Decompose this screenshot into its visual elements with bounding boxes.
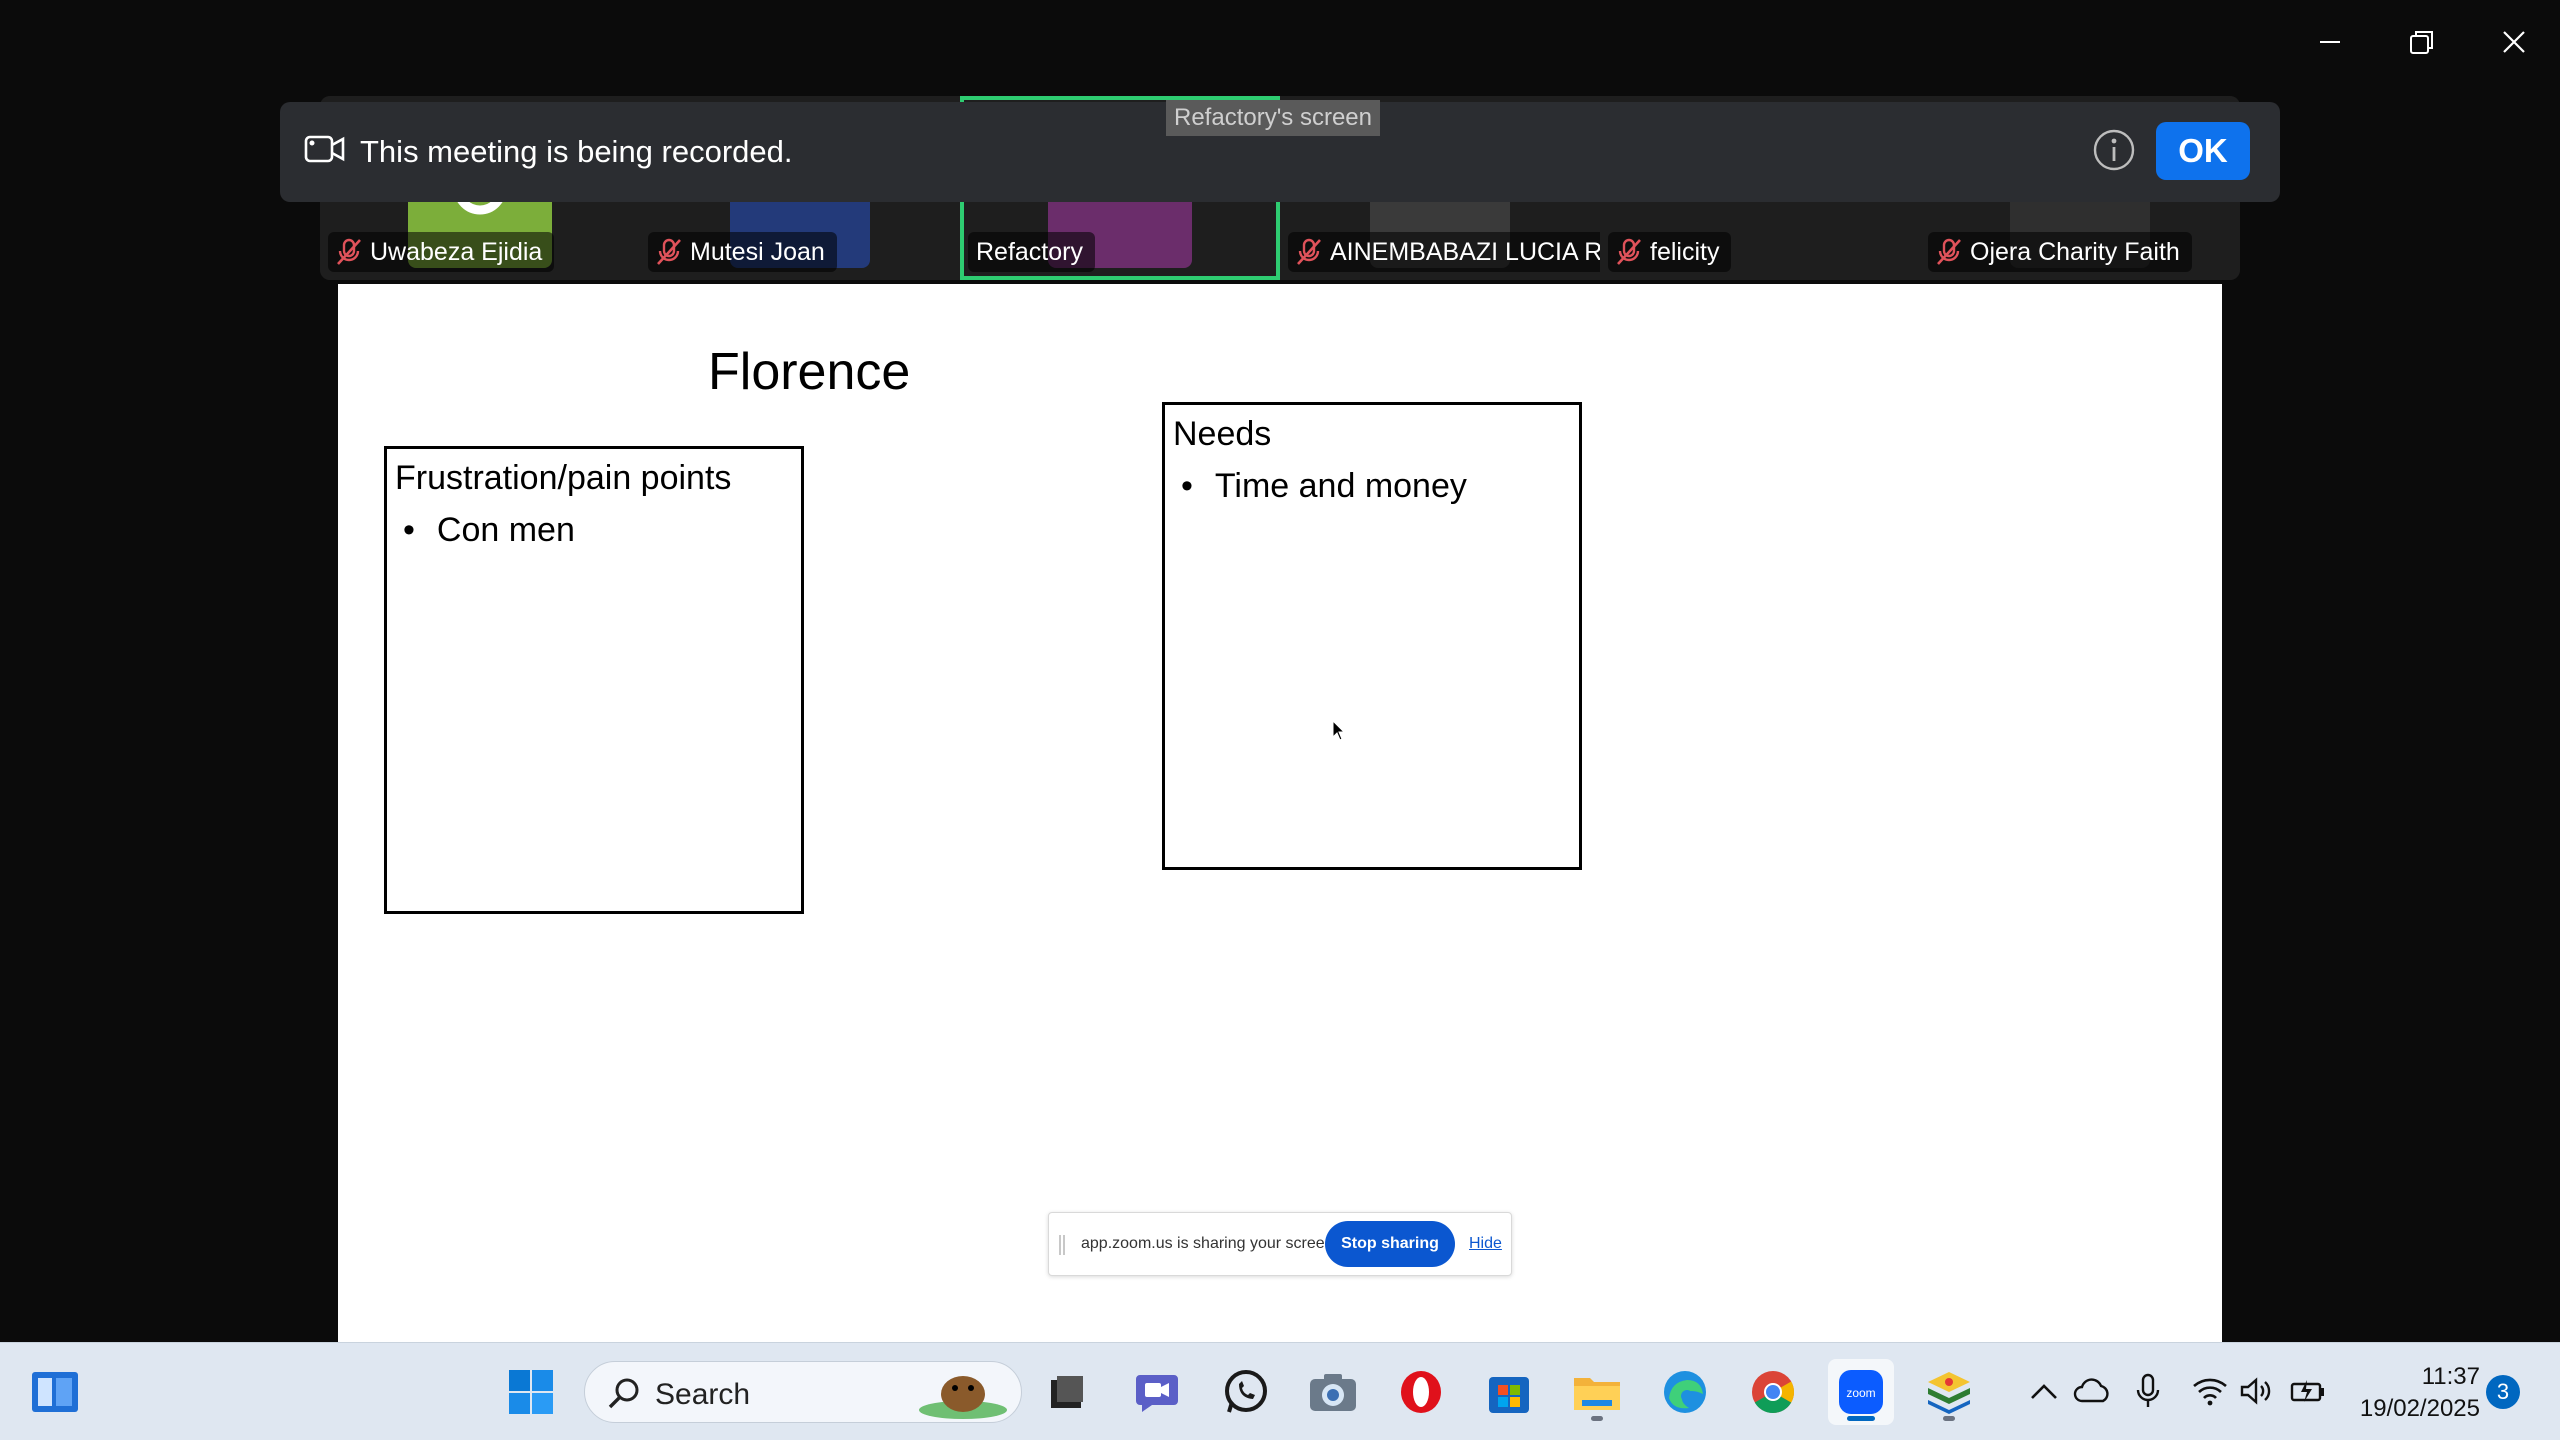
start-icon (509, 1370, 553, 1414)
list-item-text: Con men (436, 511, 575, 549)
shared-screen-label: Refactory's screen (1166, 100, 1380, 136)
mic-muted-icon (1297, 238, 1321, 265)
edge-icon (1664, 1371, 1706, 1413)
slide-title: Florence (708, 343, 911, 401)
participant-name: Ojera Charity Faith (1970, 237, 2180, 266)
mic-muted-icon (337, 238, 361, 265)
taskbar-app[interactable] (1740, 1359, 1806, 1425)
chrome-icon (1752, 1371, 1795, 1414)
chevron-up-icon (2031, 1384, 2057, 1399)
mic-muted-icon (657, 238, 681, 265)
box-heading: Needs (1173, 415, 1272, 453)
show-hidden-icons-button[interactable] (2024, 1371, 2064, 1411)
speaker-icon (2240, 1377, 2271, 1405)
close-icon (2503, 31, 2525, 53)
battery-button[interactable] (2288, 1371, 2328, 1411)
zoom-icon: zoom (1839, 1370, 1883, 1414)
taskbar-app[interactable] (1652, 1359, 1718, 1425)
taskbar-app-active[interactable]: zoom (1828, 1359, 1894, 1425)
list-item-text: Time and money (1214, 467, 1467, 505)
needs-box: Needs • Time and money (1162, 402, 1582, 870)
recording-message: This meeting is being recorded. (360, 134, 793, 169)
participant-name: Refactory (976, 237, 1083, 266)
notification-badge[interactable]: 3 (2486, 1375, 2520, 1409)
drag-handle[interactable] (1059, 1235, 1065, 1255)
search-icon (608, 1378, 639, 1409)
taskbar-app[interactable] (1388, 1359, 1454, 1425)
taskbar-app[interactable] (1124, 1359, 1190, 1425)
zoom-video-icon (1136, 1375, 1178, 1412)
close-button[interactable] (2468, 0, 2560, 84)
mic-muted-icon (1617, 238, 1641, 265)
participant-name: AINEMBABAZI LUCIA R... (1330, 237, 1600, 266)
share-notice-text: app.zoom.us is sharing your screen. (1081, 1235, 1339, 1252)
wifi-icon (2193, 1378, 2227, 1406)
mouse-cursor-icon (1332, 720, 1346, 741)
taskbar: Search zoom 11:37 19/02/2025 3 (0, 1342, 2560, 1440)
taskbar-app[interactable] (1476, 1359, 1542, 1425)
taskbar-app[interactable] (1916, 1359, 1982, 1425)
start-button[interactable] (498, 1359, 564, 1425)
bluestacks-icon (1928, 1372, 1970, 1414)
video-camera-icon (304, 135, 345, 163)
participant-name: Mutesi Joan (690, 237, 825, 266)
screen-share-notice: app.zoom.us is sharing your screen. Stop… (1048, 1212, 1512, 1276)
taskbar-app[interactable] (1034, 1359, 1100, 1425)
whatsapp-icon (1225, 1370, 1267, 1413)
taskbar-app[interactable] (1564, 1359, 1630, 1425)
hide-link[interactable]: Hide (1469, 1235, 1502, 1253)
date: 19/02/2025 (2359, 1395, 2480, 1422)
list-item: • Con men (403, 511, 575, 549)
shared-screen-content: Florence Frustration/pain points • Con m… (338, 284, 2222, 1342)
ok-button[interactable]: OK (2156, 122, 2250, 180)
widgets-button[interactable] (22, 1359, 88, 1425)
svg-text:zoom: zoom (1846, 1386, 1875, 1400)
box-heading: Frustration/pain points (395, 459, 732, 497)
minimize-button[interactable] (2284, 0, 2376, 84)
restore-button[interactable] (2376, 0, 2468, 84)
battery-charging-icon (2290, 1380, 2324, 1402)
volume-button[interactable] (2236, 1371, 2276, 1411)
mic-muted-icon (1937, 238, 1961, 265)
opera-icon (1401, 1371, 1441, 1413)
cloud-icon (2073, 1378, 2109, 1403)
list-item: • Time and money (1181, 467, 1467, 505)
minimize-icon (2320, 41, 2340, 43)
onedrive-button[interactable] (2072, 1371, 2112, 1411)
taskbar-app[interactable] (1300, 1359, 1366, 1425)
search-highlight-image (919, 1376, 1007, 1419)
microphone-icon (2136, 1373, 2160, 1407)
stop-sharing-button[interactable]: Stop sharing (1325, 1221, 1455, 1267)
participant-name: Uwabeza Ejidia (370, 237, 543, 266)
participant-name: felicity (1650, 237, 1720, 266)
clock[interactable]: 11:37 19/02/2025 (2340, 1361, 2480, 1425)
file-manager-icon (1051, 1376, 1083, 1408)
zoom-meeting-window: Uwabeza Ejidia Mutesi Joan Refactory AIN… (0, 0, 2560, 1342)
taskbar-search[interactable]: Search (584, 1361, 1022, 1423)
microphone-button[interactable] (2128, 1371, 2168, 1411)
info-icon[interactable] (2092, 128, 2136, 172)
restore-icon (2410, 31, 2433, 54)
time: 11:37 (2421, 1363, 2480, 1390)
network-button[interactable] (2190, 1371, 2230, 1411)
search-placeholder: Search (655, 1378, 751, 1411)
microsoft-store-icon (1489, 1377, 1529, 1413)
frustration-box: Frustration/pain points • Con men (384, 446, 804, 914)
widgets-icon (32, 1372, 78, 1412)
camera-icon (1310, 1374, 1356, 1411)
file-explorer-icon (1574, 1378, 1620, 1410)
taskbar-app[interactable] (1212, 1359, 1278, 1425)
